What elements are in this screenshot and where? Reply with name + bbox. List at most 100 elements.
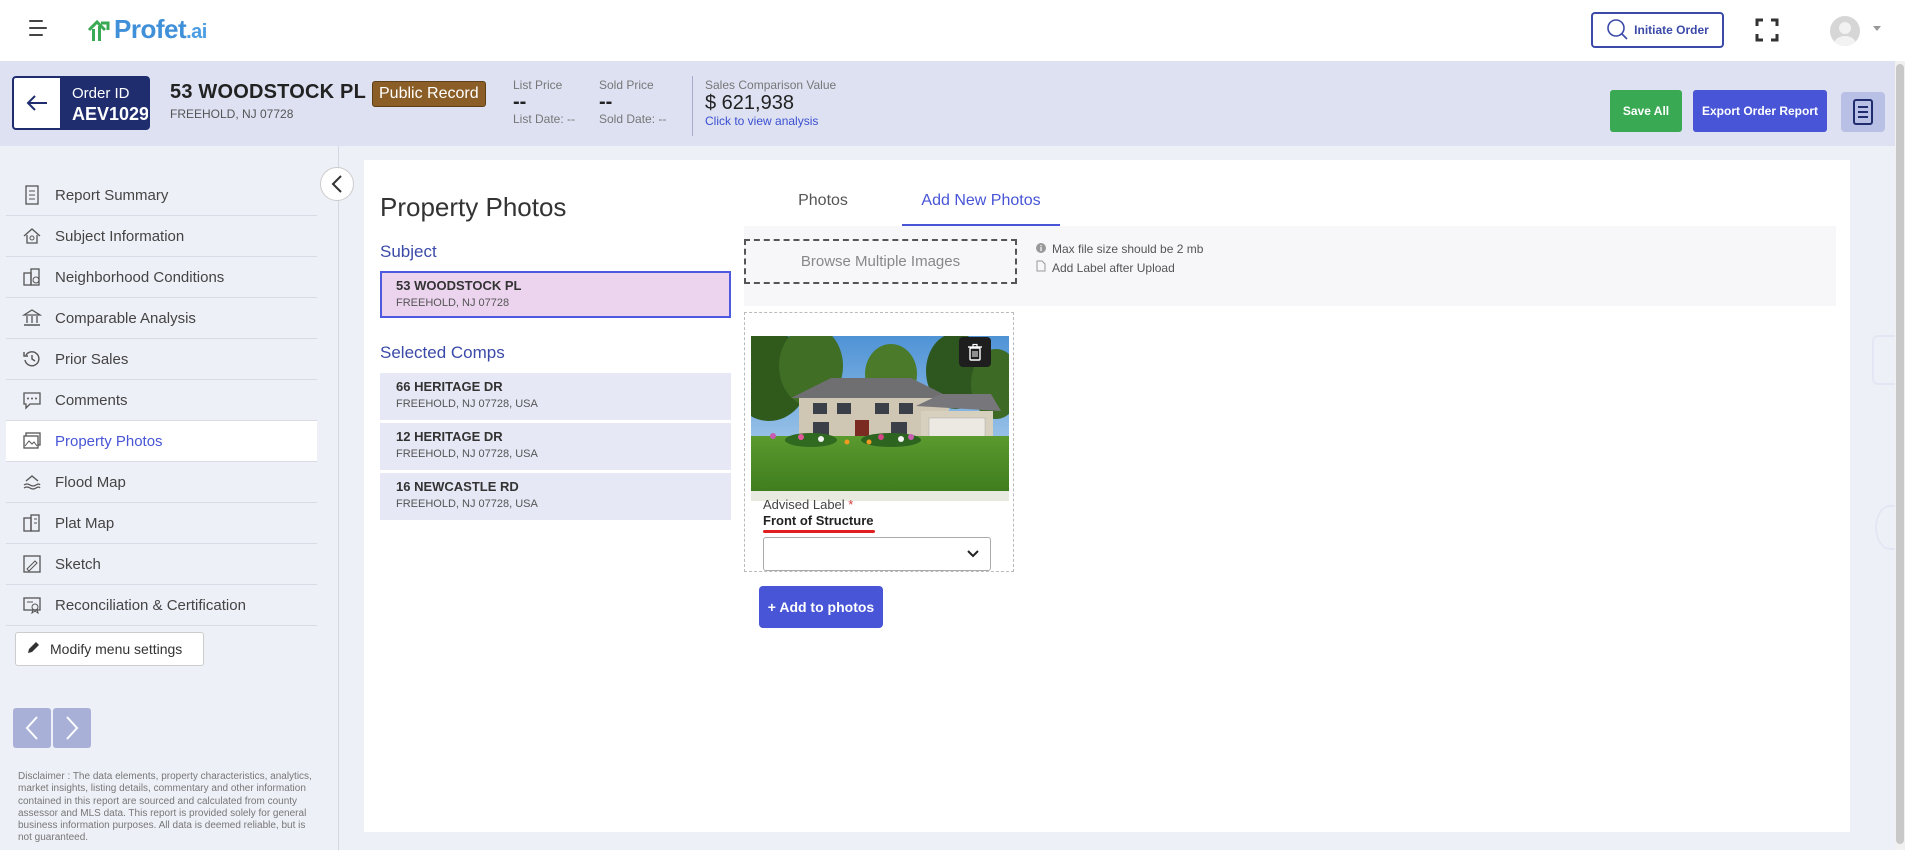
- tab-add-new-photos[interactable]: Add New Photos: [902, 180, 1060, 226]
- comp-card[interactable]: 16 NEWCASTLE RD FREEHOLD, NJ 07728, USA: [380, 473, 731, 520]
- property-city: FREEHOLD, NJ 07728: [170, 107, 294, 121]
- info-icon: [1036, 242, 1046, 256]
- comp-city: FREEHOLD, NJ 07728, USA: [396, 448, 538, 460]
- sidebar-item-flood-map[interactable]: Flood Map: [6, 462, 317, 503]
- label-hint-text: Add Label after Upload: [1052, 260, 1175, 275]
- list-price-value: --: [513, 91, 527, 113]
- comp-city: FREEHOLD, NJ 07728, USA: [396, 398, 538, 410]
- chevron-left-icon: [25, 716, 38, 740]
- scv-value: $ 621,938: [705, 92, 794, 114]
- comp-card[interactable]: 12 HERITAGE DR FREEHOLD, NJ 07728, USA: [380, 423, 731, 470]
- hamburger-menu-icon[interactable]: [29, 20, 47, 36]
- flood-icon: [21, 471, 43, 493]
- list-price-label: List Price: [513, 78, 563, 92]
- subject-address: 53 WOODSTOCK PL: [396, 278, 522, 293]
- logo[interactable]: Profet.ai: [86, 14, 207, 45]
- public-record-badge: Public Record: [372, 81, 486, 107]
- sidebar-item-label: Property Photos: [55, 432, 163, 450]
- arrow-left-icon: [26, 95, 47, 111]
- certificate-icon: [21, 594, 43, 616]
- sidebar-item-label: Flood Map: [55, 473, 126, 491]
- sidebar-item-label: Subject Information: [55, 227, 185, 245]
- scv-label: Sales Comparison Value: [705, 78, 837, 92]
- subject-property-card[interactable]: 53 WOODSTOCK PL FREEHOLD, NJ 07728: [380, 271, 731, 318]
- scrollbar-thumb[interactable]: [1896, 64, 1904, 844]
- comp-card[interactable]: 66 HERITAGE DR FREEHOLD, NJ 07728, USA: [380, 373, 731, 420]
- bank-icon: [21, 307, 43, 329]
- document-icon: [1853, 99, 1873, 125]
- sold-price-block: Sold Price -- Sold Date: --: [599, 78, 666, 126]
- label-hint: Add Label after Upload: [1036, 260, 1175, 275]
- advised-underline: [763, 530, 875, 533]
- initiate-order-button[interactable]: Initiate Order: [1591, 12, 1724, 48]
- export-order-report-button[interactable]: Export Order Report: [1693, 90, 1827, 132]
- browse-multiple-images-button[interactable]: Browse Multiple Images: [744, 239, 1017, 284]
- pencil-icon: [26, 641, 40, 658]
- sidebar-item-neighborhood-conditions[interactable]: Neighborhood Conditions: [6, 257, 317, 298]
- sidebar-item-sketch[interactable]: Sketch: [6, 544, 317, 585]
- modify-menu-label: Modify menu settings: [50, 641, 183, 657]
- sidebar: Report Summary Subject Information Neigh…: [0, 146, 354, 850]
- comp-address: 12 HERITAGE DR: [396, 429, 503, 444]
- sidebar-item-label: Comparable Analysis: [55, 309, 196, 327]
- advised-label-text: Advised Label: [763, 497, 845, 512]
- next-page-button[interactable]: [53, 708, 91, 748]
- top-bar: Profet.ai Initiate Order: [0, 0, 1905, 61]
- sidebar-item-comments[interactable]: Comments: [6, 380, 317, 421]
- fullscreen-icon[interactable]: [1755, 18, 1779, 42]
- uploaded-photo-tile: Advised Label * Front of Structure: [744, 312, 1014, 572]
- sold-price-value: --: [599, 91, 613, 113]
- sidebar-nav: Report Summary Subject Information Neigh…: [6, 175, 317, 626]
- house-icon: [21, 225, 43, 247]
- photo-label-select[interactable]: [763, 537, 991, 571]
- property-photos-panel: Property Photos Subject 53 WOODSTOCK PL …: [364, 160, 1850, 832]
- chevron-down-icon[interactable]: [1873, 26, 1881, 31]
- sidebar-item-reconciliation-certification[interactable]: Reconciliation & Certification: [6, 585, 317, 626]
- logo-house-icon: [86, 18, 112, 42]
- file-icon: [1036, 260, 1046, 275]
- sidebar-item-label: Neighborhood Conditions: [55, 268, 225, 286]
- subject-city: FREEHOLD, NJ 07728: [396, 297, 510, 309]
- page-title: Property Photos: [380, 192, 567, 222]
- sidebar-item-comparable-analysis[interactable]: Comparable Analysis: [6, 298, 317, 339]
- save-all-button[interactable]: Save All: [1610, 90, 1682, 132]
- header-divider: [692, 76, 693, 136]
- report-icon: [21, 184, 43, 206]
- sidebar-item-subject-information[interactable]: Subject Information: [6, 216, 317, 257]
- chevron-left-icon: [331, 175, 342, 193]
- report-view-button[interactable]: [1841, 92, 1885, 132]
- sidebar-item-label: Plat Map: [55, 514, 115, 532]
- file-size-hint-text: Max file size should be 2 mb: [1052, 242, 1204, 256]
- tab-photos[interactable]: Photos: [744, 180, 902, 226]
- list-price-block: List Price -- List Date: --: [513, 78, 575, 126]
- comp-city: FREEHOLD, NJ 07728, USA: [396, 498, 538, 510]
- collapse-sidebar-button[interactable]: [320, 167, 354, 201]
- modify-menu-settings-button[interactable]: Modify menu settings: [15, 632, 204, 666]
- comp-address: 16 NEWCASTLE RD: [396, 479, 519, 494]
- property-address: 53 WOODSTOCK PL: [170, 81, 366, 103]
- order-id-label: Order ID: [72, 85, 130, 102]
- add-to-photos-button[interactable]: + Add to photos: [759, 586, 883, 628]
- required-mark: *: [848, 497, 854, 512]
- photo-icon: [21, 430, 43, 452]
- sidebar-item-label: Comments: [55, 391, 128, 409]
- trash-icon: [968, 343, 982, 361]
- sidebar-item-label: Reconciliation & Certification: [55, 596, 246, 614]
- sidebar-item-report-summary[interactable]: Report Summary: [6, 175, 317, 216]
- view-analysis-link[interactable]: Click to view analysis: [705, 114, 836, 128]
- sidebar-item-plat-map[interactable]: Plat Map: [6, 503, 317, 544]
- chevron-right-icon: [66, 716, 79, 740]
- comment-icon: [21, 389, 43, 411]
- plat-icon: [21, 512, 43, 534]
- sidebar-item-property-photos[interactable]: Property Photos: [6, 421, 317, 462]
- back-button[interactable]: [14, 78, 60, 128]
- logo-suffix: .ai: [186, 21, 207, 43]
- previous-page-button[interactable]: [13, 708, 51, 748]
- sidebar-item-label: Report Summary: [55, 186, 169, 204]
- sidebar-item-prior-sales[interactable]: Prior Sales: [6, 339, 317, 380]
- sidebar-item-label: Sketch: [55, 555, 101, 573]
- sales-comparison-block: Sales Comparison Value $ 621,938 Click t…: [705, 78, 836, 128]
- user-avatar[interactable]: [1830, 16, 1860, 46]
- disclaimer-text: Disclaimer : The data elements, property…: [18, 771, 312, 844]
- delete-photo-button[interactable]: [959, 337, 991, 367]
